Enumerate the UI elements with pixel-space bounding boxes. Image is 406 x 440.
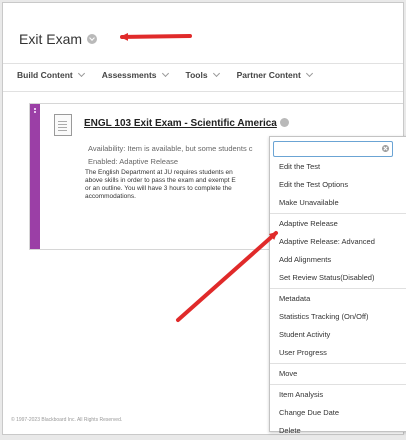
menu-assessments[interactable]: Assessments <box>101 69 169 80</box>
chevron-down-icon <box>77 69 85 78</box>
menu-separator <box>270 384 406 385</box>
chevron-down-icon[interactable] <box>279 118 289 127</box>
grip-icon <box>34 108 36 110</box>
menu-item-change-due-date[interactable]: Change Due Date <box>270 404 406 422</box>
menu-item-edit-the-test[interactable]: Edit the Test <box>270 158 406 176</box>
test-document-icon <box>54 114 72 136</box>
menu-label: Tools <box>185 70 208 80</box>
clear-icon[interactable] <box>382 145 389 152</box>
menu-separator <box>270 288 406 289</box>
menu-item-move[interactable]: Move <box>270 365 406 383</box>
menu-item-set-review-status[interactable]: Set Review Status(Disabled) <box>270 269 406 287</box>
menu-partner-content[interactable]: Partner Content <box>236 69 313 80</box>
menu-item-student-activity[interactable]: Student Activity <box>270 326 406 344</box>
copyright-footer: © 1997-2023 Blackboard Inc. All Rights R… <box>11 417 123 423</box>
menu-item-user-progress[interactable]: User Progress <box>270 344 406 362</box>
menu-item-metadata[interactable]: Metadata <box>270 290 406 308</box>
chevron-down-icon <box>161 69 169 78</box>
menu-item-adaptive-release[interactable]: Adaptive Release <box>270 215 406 233</box>
menu-item-edit-the-test-options[interactable]: Edit the Test Options <box>270 176 406 194</box>
menu-separator <box>270 363 406 364</box>
context-menu: Edit the Test Edit the Test Options Make… <box>269 136 406 435</box>
chevron-down-icon[interactable] <box>87 34 98 44</box>
action-menubar: Build Content Assessments Tools Partner … <box>17 69 313 80</box>
menu-search-input[interactable] <box>273 141 393 157</box>
page-title-row[interactable]: Exit Exam <box>19 29 98 49</box>
menu-item-add-alignments[interactable]: Add Alignments <box>270 251 406 269</box>
content-item-title-link[interactable]: ENGL 103 Exit Exam - Scientific America <box>84 118 289 129</box>
menu-item-adaptive-release-advanced[interactable]: Adaptive Release: Advanced <box>270 233 406 251</box>
menu-item-delete[interactable]: Delete <box>270 422 406 440</box>
menu-item-statistics-tracking[interactable]: Statistics Tracking (On/Off) <box>270 308 406 326</box>
menu-item-make-unavailable[interactable]: Make Unavailable <box>270 194 406 212</box>
divider <box>3 91 403 92</box>
drag-handle[interactable] <box>30 104 40 249</box>
menu-separator <box>270 213 406 214</box>
chevron-down-icon <box>305 69 313 78</box>
context-menu-list: Edit the Test Edit the Test Options Make… <box>270 158 406 440</box>
chevron-down-icon <box>212 69 220 78</box>
menu-tools[interactable]: Tools <box>185 69 220 80</box>
menu-label: Partner Content <box>236 70 301 80</box>
divider <box>3 63 403 64</box>
menu-label: Assessments <box>101 70 157 80</box>
menu-label: Build Content <box>17 70 73 80</box>
availability-text: Availability: Item is available, but som… <box>88 144 253 153</box>
enabled-text: Enabled: Adaptive Release <box>88 157 179 166</box>
page-title: Exit Exam <box>19 31 83 47</box>
content-item-title: ENGL 103 Exit Exam - Scientific America <box>84 118 277 129</box>
menu-item-item-analysis[interactable]: Item Analysis <box>270 386 406 404</box>
menu-build-content[interactable]: Build Content <box>17 69 85 80</box>
